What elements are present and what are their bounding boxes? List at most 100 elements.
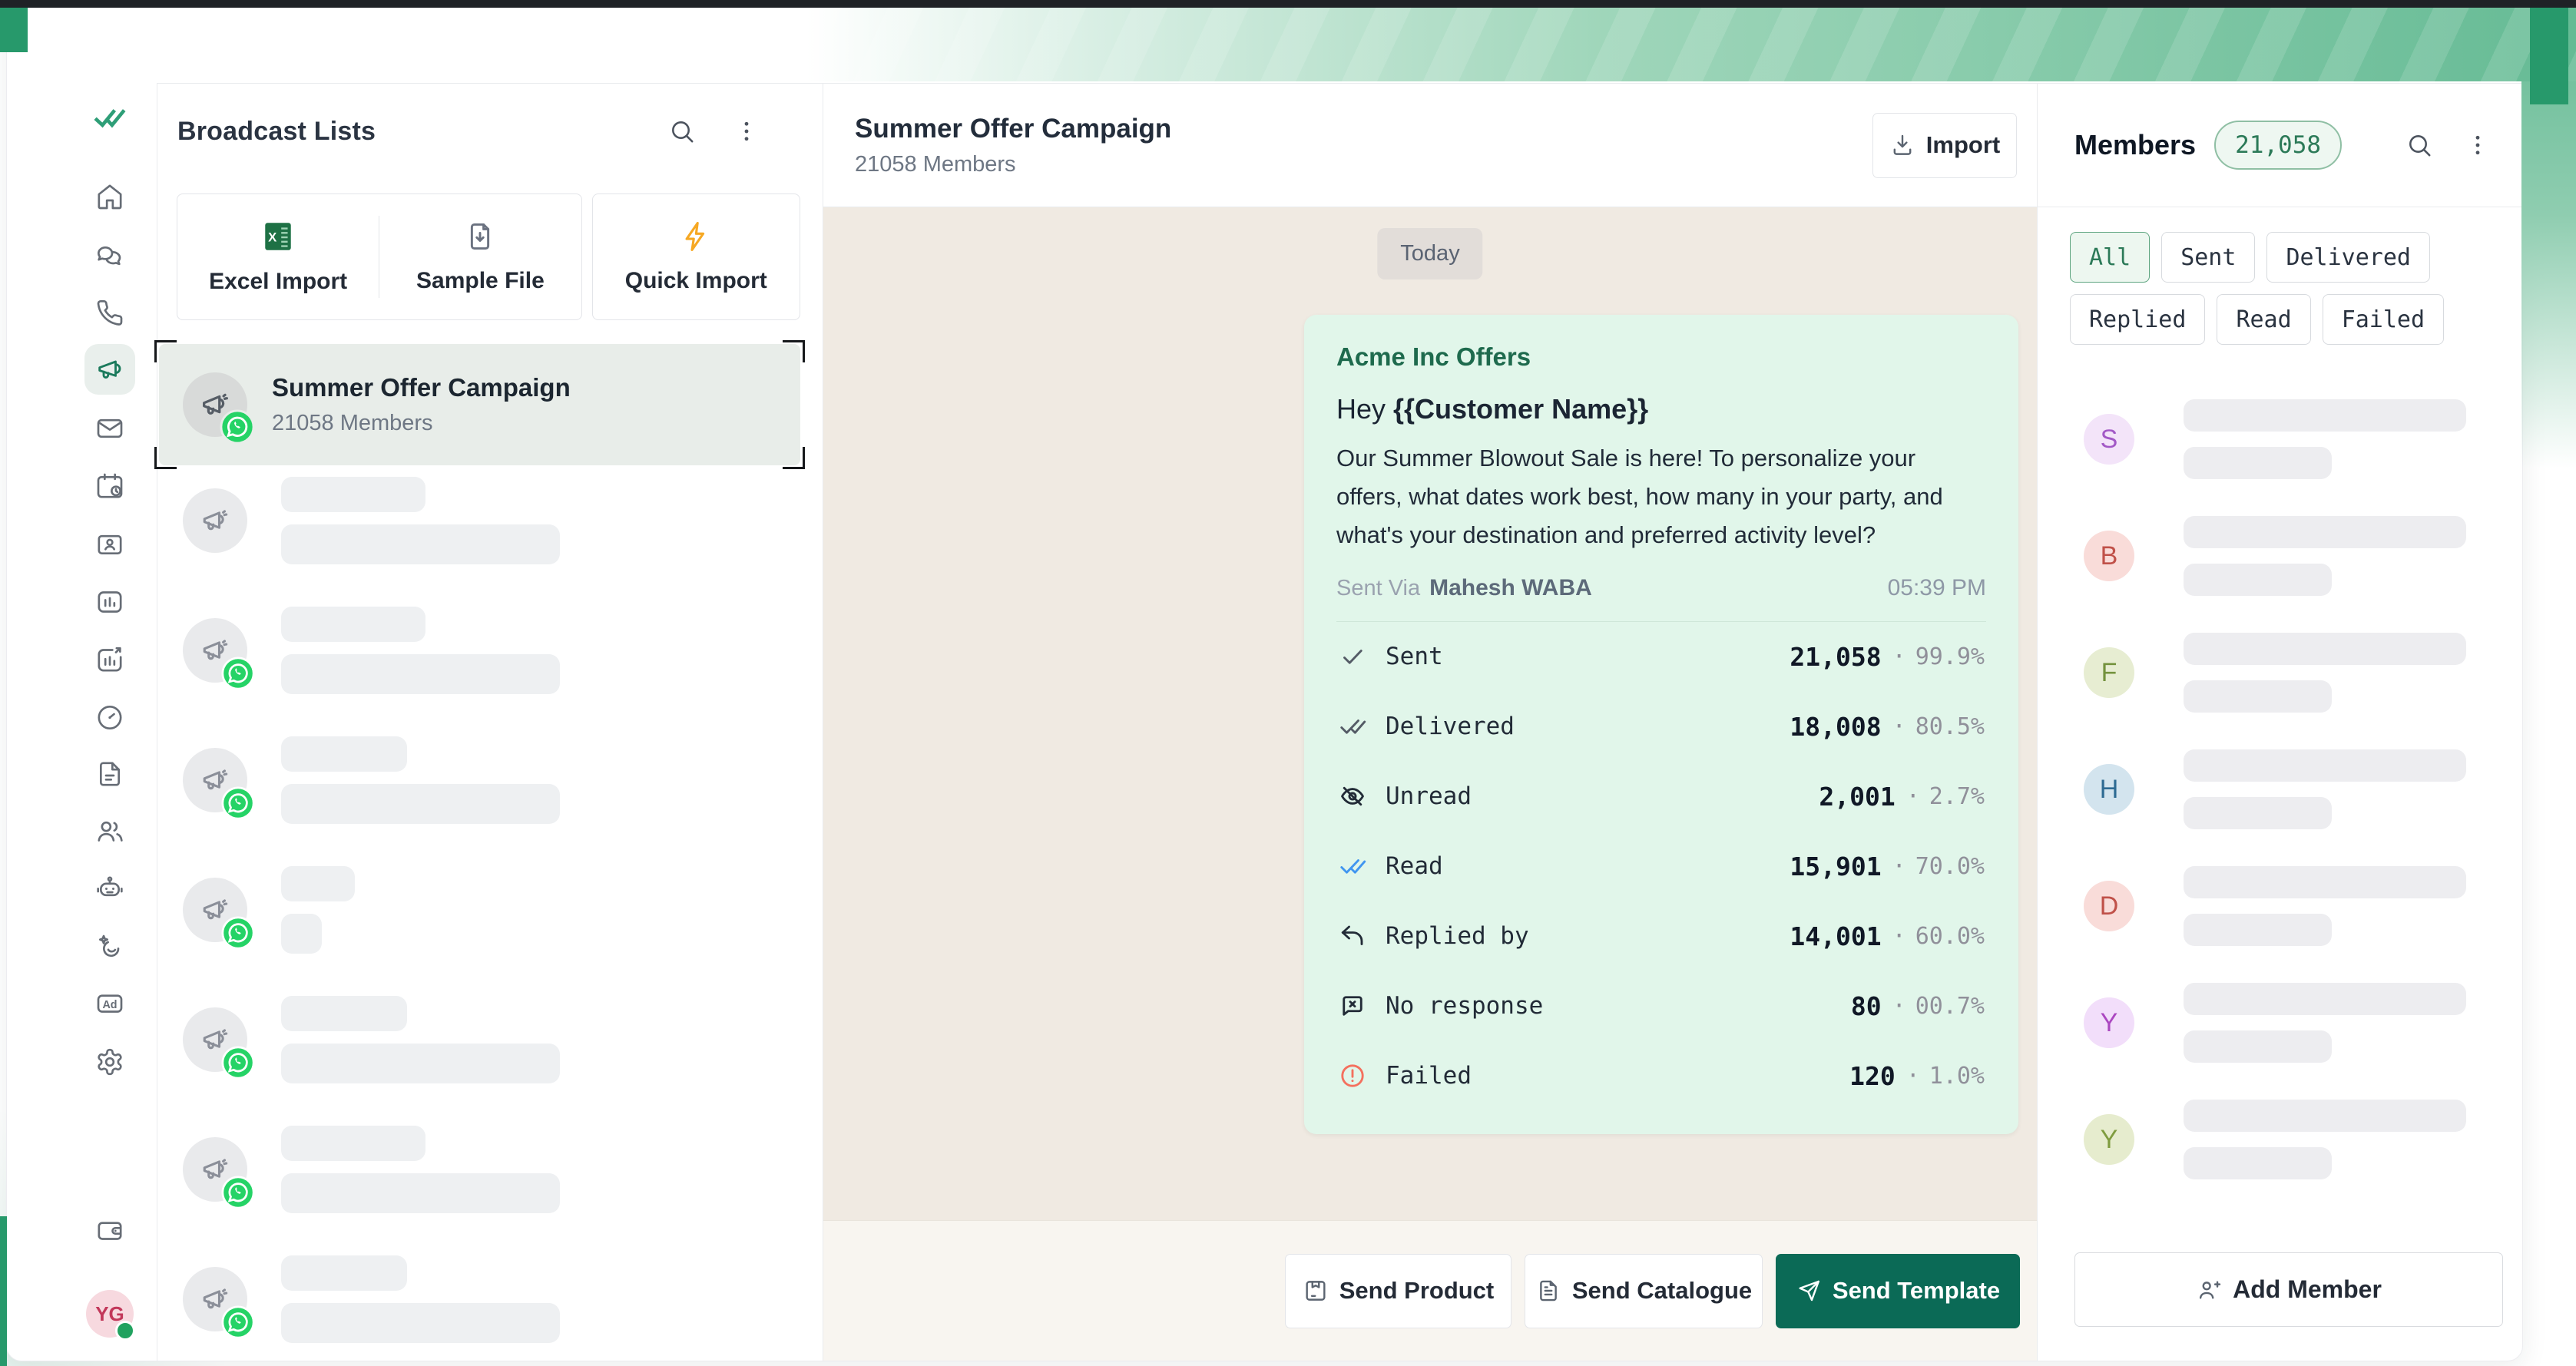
skeleton-bar [281, 654, 560, 694]
filter-replied[interactable]: Replied [2070, 294, 2205, 345]
broadcast-item-avatar [183, 1267, 247, 1331]
send-catalogue-label: Send Catalogue [1572, 1277, 1752, 1305]
filter-delivered[interactable]: Delivered [2266, 232, 2430, 283]
double-check-icon [1338, 712, 1367, 741]
search-icon[interactable] [2405, 131, 2433, 159]
skeleton-bar [281, 1255, 407, 1291]
send-template-button[interactable]: Send Template [1776, 1254, 2020, 1328]
green-gradient-band [806, 8, 2576, 81]
filter-failed[interactable]: Failed [2323, 294, 2444, 345]
package-icon [1303, 1278, 1329, 1304]
import-cards: X Excel Import Sample File [177, 193, 800, 320]
nav-templates[interactable] [84, 749, 135, 799]
person-plus-icon [2196, 1277, 2222, 1303]
send-catalogue-button[interactable]: Send Catalogue [1525, 1254, 1763, 1328]
nav-wallet[interactable] [84, 1206, 135, 1256]
whatsapp-badge [221, 786, 250, 815]
nav-contacts[interactable] [84, 519, 135, 570]
member-row[interactable]: Y [2084, 983, 2522, 1063]
members-footer: Add Member [2074, 1252, 2503, 1327]
members-title: Members [2074, 129, 2196, 161]
filter-read[interactable]: Read [2217, 294, 2310, 345]
member-row[interactable]: Y [2084, 1100, 2522, 1179]
whatsapp-badge [220, 409, 252, 442]
green-accent-bottom-left [0, 1216, 7, 1366]
broadcast-item-avatar [183, 878, 247, 942]
mail-icon [94, 413, 125, 444]
selection-bracket [783, 340, 805, 362]
broadcast-item-avatar [183, 488, 247, 553]
send-product-label: Send Product [1339, 1277, 1495, 1305]
message-x-icon [1338, 991, 1367, 1020]
sparkle-face-icon [94, 931, 125, 962]
sample-file-button[interactable]: Sample File [379, 194, 581, 319]
search-icon[interactable] [668, 117, 696, 145]
member-row[interactable]: F [2084, 633, 2522, 713]
stat-row-no-response: No response 80·00.7% [1336, 971, 1986, 1041]
nav-scheduled[interactable] [84, 461, 135, 511]
whatsapp-badge [221, 916, 250, 945]
nav-reports-export[interactable] [84, 634, 135, 685]
nav-calls[interactable] [84, 287, 135, 338]
nav-teams[interactable] [84, 805, 135, 856]
filter-all[interactable]: All [2070, 232, 2150, 283]
quick-import-button[interactable]: Quick Import [593, 194, 800, 319]
broadcast-list-item-selected[interactable]: Summer Offer Campaign 21058 Members [159, 344, 800, 465]
nav-home[interactable] [84, 171, 135, 222]
excel-import-button[interactable]: X Excel Import [177, 194, 379, 319]
nav-chats[interactable] [84, 231, 135, 282]
app-window: Ad YG Broadcast Lists [6, 8, 2523, 1361]
broadcast-list-item[interactable] [183, 475, 823, 567]
broadcast-item-avatar [183, 1137, 247, 1202]
nav-inbox[interactable] [84, 403, 135, 454]
skeleton-bar [2184, 633, 2466, 665]
broadcast-list-item[interactable] [183, 604, 823, 696]
kebab-menu-icon[interactable] [733, 117, 760, 145]
sample-file-label: Sample File [416, 268, 545, 294]
nav-chatbot[interactable] [84, 863, 135, 914]
nav-performance[interactable] [84, 692, 135, 743]
nav-analytics[interactable] [84, 577, 135, 627]
check-icon [1338, 642, 1367, 671]
member-row[interactable]: S [2084, 399, 2522, 479]
send-product-button[interactable]: Send Product [1285, 1254, 1511, 1328]
message-sender: Acme Inc Offers [1336, 342, 1986, 372]
skeleton-bar [2184, 447, 2332, 479]
nav-ai-assistant[interactable] [84, 921, 135, 972]
alert-circle-icon [1338, 1061, 1367, 1090]
send-icon [1796, 1278, 1822, 1304]
nav-settings[interactable] [84, 1037, 135, 1087]
user-avatar[interactable]: YG [86, 1290, 134, 1338]
bar-chart-icon [94, 587, 125, 617]
download-icon [1889, 132, 1915, 158]
top-dark-bar [0, 0, 2576, 8]
broadcast-list-item[interactable] [183, 1253, 823, 1345]
bot-icon [94, 873, 125, 904]
members-list: S B F H D [2038, 395, 2522, 1234]
filter-sent[interactable]: Sent [2161, 232, 2255, 283]
add-member-button[interactable]: Add Member [2074, 1252, 2503, 1327]
app-logo-double-check-icon [84, 92, 135, 143]
phone-icon [94, 297, 125, 328]
broadcast-list-item[interactable] [183, 1123, 823, 1216]
skeleton-bar [281, 996, 407, 1031]
members-count-badge: 21,058 [2214, 121, 2342, 170]
campaign-avatar [183, 372, 247, 437]
nav-ads[interactable]: Ad [84, 978, 135, 1029]
date-divider: Today [1377, 228, 1482, 279]
broadcast-list-item[interactable] [183, 864, 823, 956]
skeleton-bar [2184, 797, 2332, 829]
excel-import-label: Excel Import [209, 269, 347, 295]
member-row[interactable]: B [2084, 516, 2522, 596]
broadcast-list-item[interactable] [183, 994, 823, 1086]
member-row[interactable]: D [2084, 866, 2522, 946]
stat-row-delivered: Delivered 18,008·80.5% [1336, 692, 1986, 762]
nav-broadcast[interactable] [84, 344, 135, 395]
panels-row: Broadcast Lists X Excel Imp [157, 83, 2522, 1361]
add-member-label: Add Member [2233, 1275, 2382, 1304]
member-row[interactable]: H [2084, 749, 2522, 829]
import-button[interactable]: Import [1872, 113, 2017, 178]
template-variable: {{Customer Name}} [1393, 393, 1648, 425]
kebab-menu-icon[interactable] [2464, 131, 2492, 159]
broadcast-list-item[interactable] [183, 734, 823, 826]
